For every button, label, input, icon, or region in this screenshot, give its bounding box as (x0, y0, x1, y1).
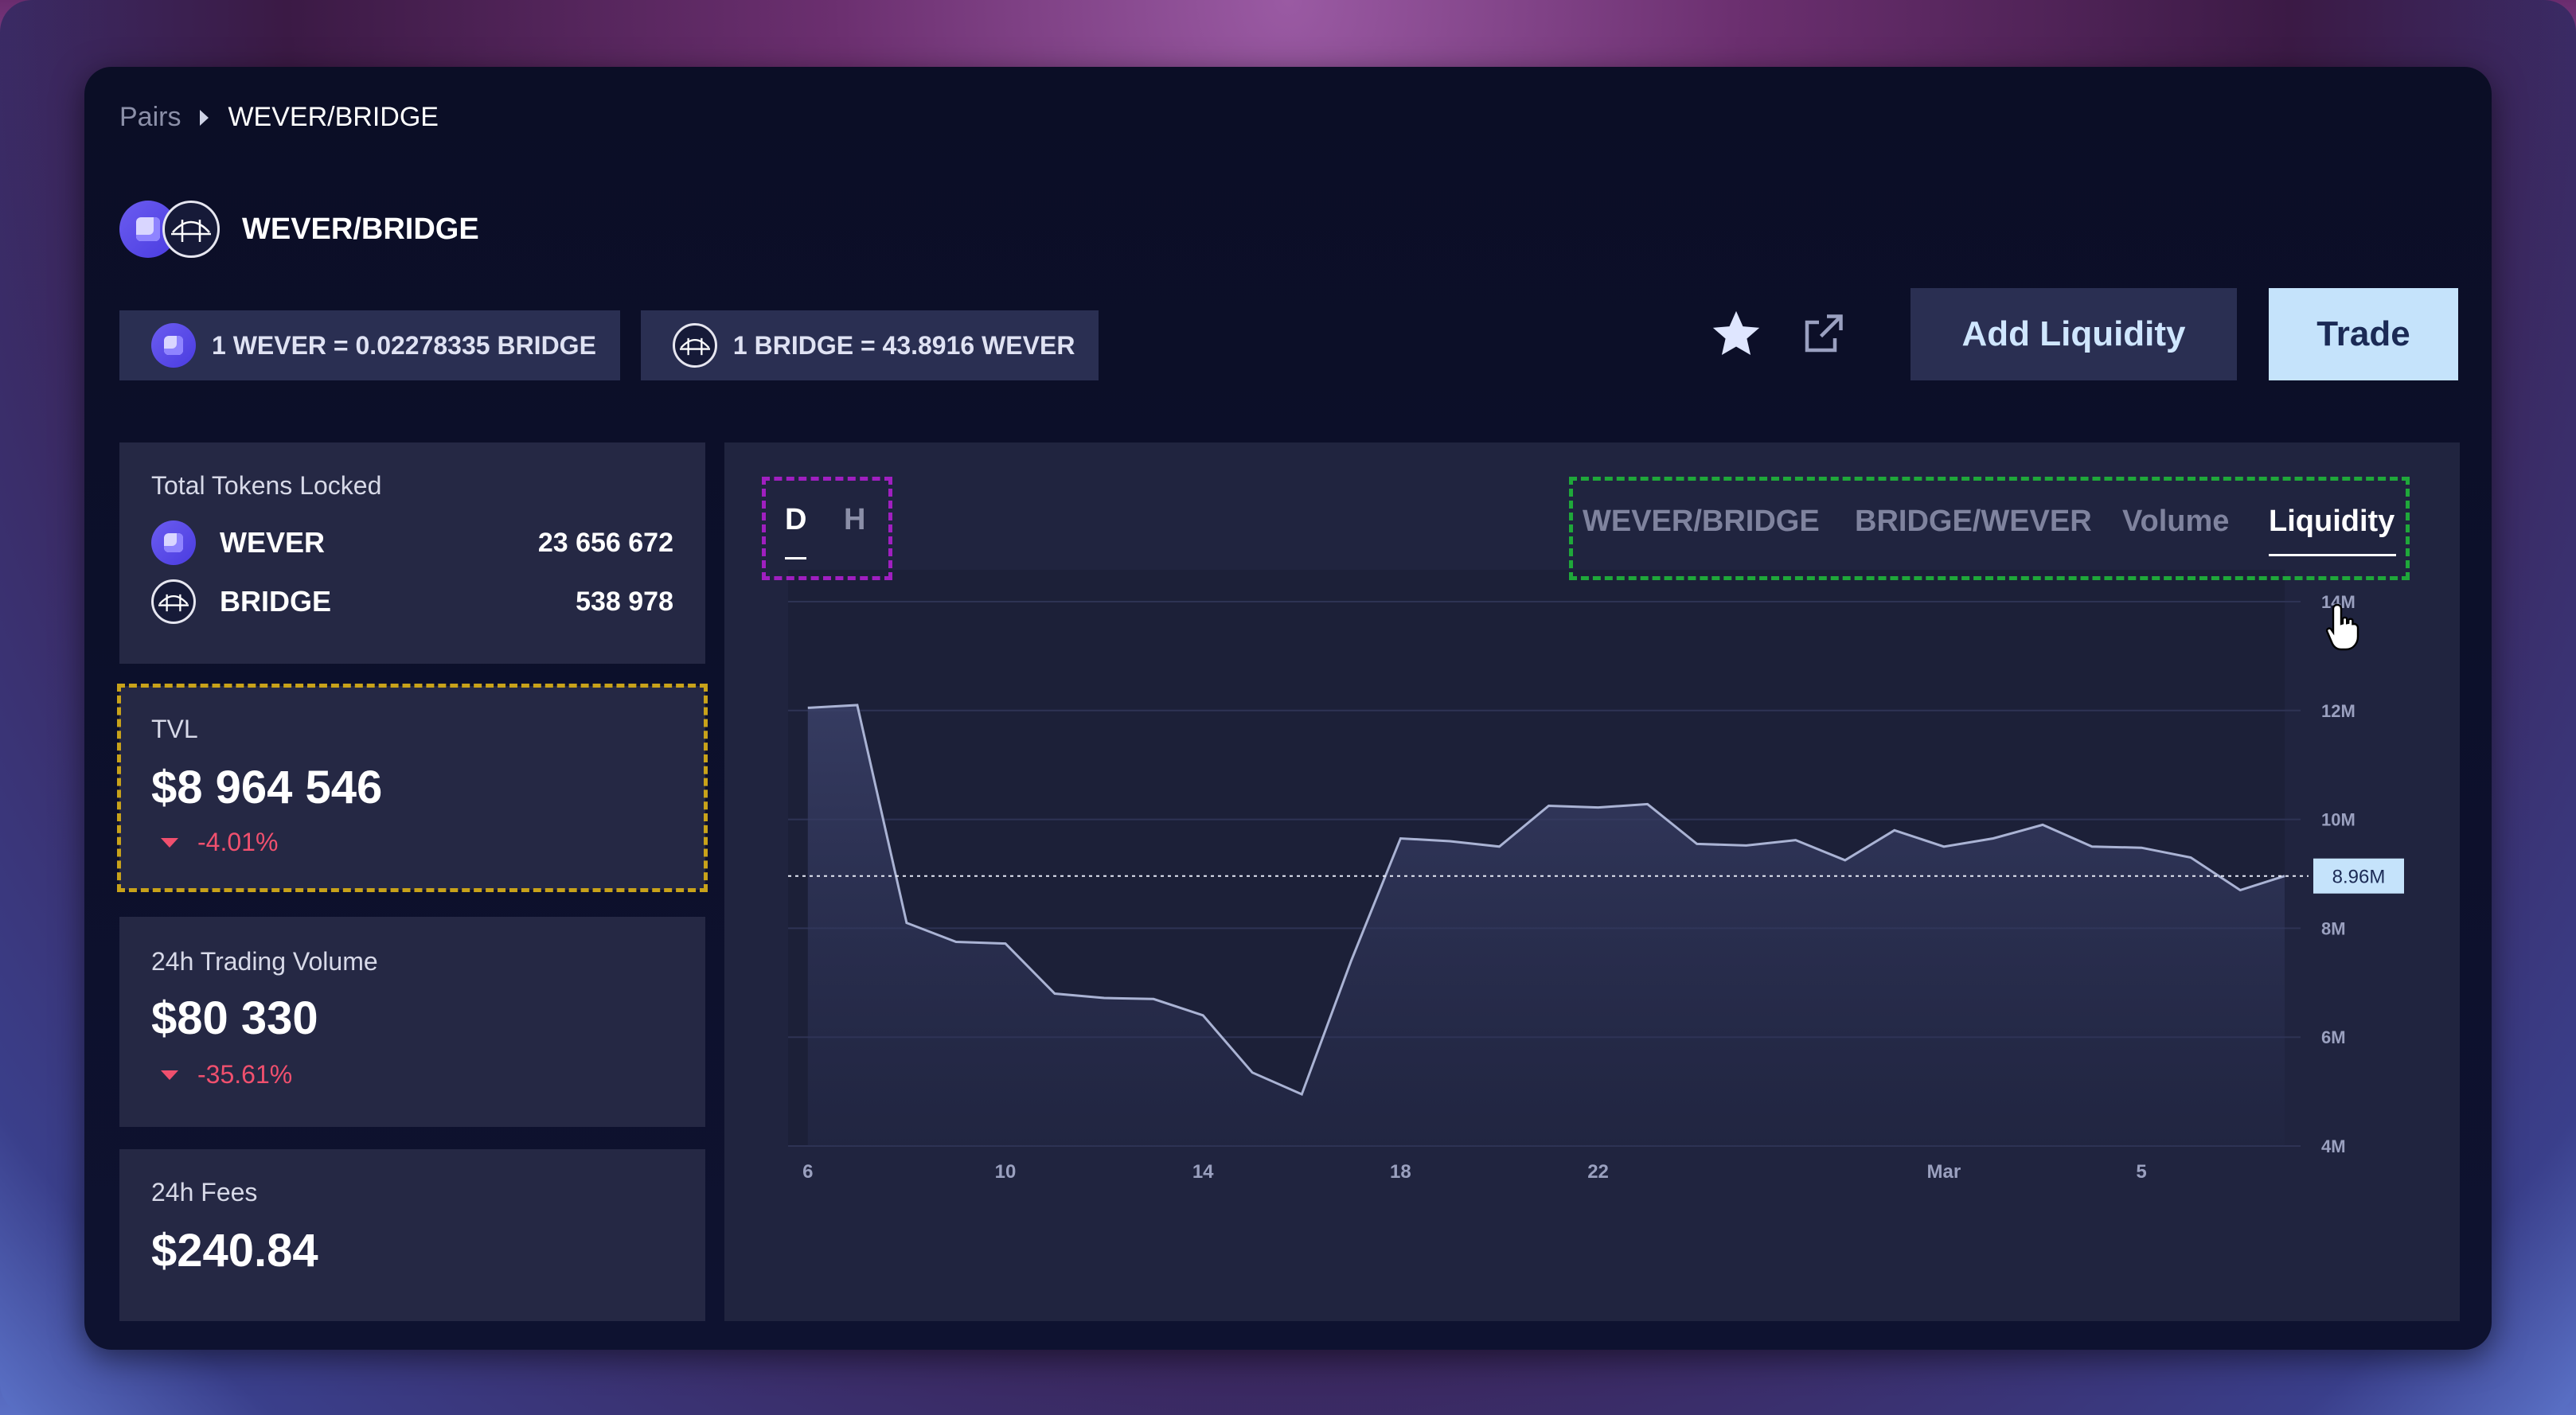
breadcrumb-pairs-link[interactable]: Pairs (119, 102, 181, 133)
x-tick-label: 6 (802, 1161, 813, 1183)
tokens-locked-label: Total Tokens Locked (151, 471, 382, 500)
rate-badges: 1 WEVER = 0.02278335 BRIDGE 1 BRIDGE = 4… (119, 310, 1099, 380)
chevron-right-icon (200, 109, 209, 126)
pair-title: WEVER/BRIDGE (119, 201, 479, 258)
volume-card: 24h Trading Volume $80 330 -35.61% (119, 917, 705, 1127)
period-day-button[interactable]: D (785, 503, 807, 559)
fees-value: $240.84 (151, 1225, 318, 1277)
volume-value: $80 330 (151, 992, 318, 1044)
x-tick-label: 10 (995, 1161, 1017, 1183)
tab-bridge-wever[interactable]: BRIDGE/WEVER (1855, 505, 2092, 539)
y-tick-label: 8M (2321, 918, 2346, 938)
rate-wever-to-bridge: 1 WEVER = 0.02278335 BRIDGE (212, 330, 596, 360)
x-tick-label: 5 (2136, 1161, 2146, 1183)
x-tick-label: 14 (1192, 1161, 1214, 1183)
period-hour-button[interactable]: H (844, 503, 865, 537)
tvl-change: -4.01% (161, 828, 278, 857)
breadcrumb: Pairs WEVER/BRIDGE (119, 102, 439, 133)
tab-wever-bridge[interactable]: WEVER/BRIDGE (1583, 505, 1820, 539)
external-link-icon[interactable] (1799, 310, 1847, 358)
locked-row-wever: WEVER 23 656 672 (151, 519, 673, 567)
tab-liquidity[interactable]: Liquidity (2269, 505, 2397, 556)
breadcrumb-current: WEVER/BRIDGE (228, 102, 439, 132)
locked-symbol: BRIDGE (220, 585, 332, 618)
chart-tabs: WEVER/BRIDGE BRIDGE/WEVER Volume Liquidi… (1569, 477, 2410, 580)
period-toggle: D H (762, 477, 892, 580)
locked-row-bridge: BRIDGE 538 978 (151, 578, 673, 626)
x-tick-label: Mar (1927, 1161, 1961, 1183)
trade-button[interactable]: Trade (2269, 288, 2458, 380)
current-value-label: 8.96M (2332, 867, 2386, 888)
volume-change-value: -35.61% (197, 1060, 293, 1089)
tab-volume[interactable]: Volume (2122, 505, 2229, 539)
chart-panel: 4M 6M 8M 10M 12M 14M 8.96M 6 10 14 18 22 Mar 5 D H WE… (724, 442, 2460, 1321)
down-arrow-icon (161, 1070, 178, 1080)
tvl-change-value: -4.01% (197, 828, 279, 856)
tvl-card: TVL $8 964 546 -4.01% (117, 684, 708, 892)
wever-token-icon (151, 323, 196, 368)
star-icon[interactable] (1708, 306, 1764, 362)
x-tick-label: 22 (1587, 1161, 1609, 1183)
hand-cursor-icon (2325, 603, 2359, 651)
volume-label: 24h Trading Volume (151, 947, 378, 976)
locked-symbol: WEVER (220, 526, 326, 559)
x-tick-label: 18 (1390, 1161, 1411, 1183)
tvl-value: $8 964 546 (151, 762, 383, 813)
tokens-locked-card: Total Tokens Locked WEVER 23 656 672 BRI… (119, 442, 705, 664)
bridge-token-icon (151, 579, 196, 624)
add-liquidity-button[interactable]: Add Liquidity (1911, 288, 2237, 380)
y-tick-label: 12M (2321, 701, 2355, 721)
volume-change: -35.61% (161, 1060, 292, 1090)
rate-bridge-to-wever: 1 BRIDGE = 43.8916 WEVER (732, 330, 1075, 360)
tvl-label: TVL (151, 715, 198, 743)
down-arrow-icon (161, 837, 178, 848)
bridge-token-icon (672, 323, 717, 368)
fees-label: 24h Fees (151, 1178, 258, 1206)
y-tick-label: 10M (2321, 810, 2355, 830)
locked-amount: 538 978 (576, 586, 673, 617)
locked-amount: 23 656 672 (537, 527, 673, 558)
pair-page-panel: Pairs WEVER/BRIDGE WEVER/BRIDGE 1 WEVER … (84, 67, 2492, 1350)
rate-badge-bridge: 1 BRIDGE = 43.8916 WEVER (640, 310, 1099, 380)
y-tick-label: 6M (2321, 1027, 2346, 1047)
fees-card: 24h Fees $240.84 (119, 1149, 705, 1321)
pair-name: WEVER/BRIDGE (242, 212, 479, 246)
y-tick-label: 4M (2321, 1136, 2346, 1156)
bridge-token-icon (162, 201, 220, 258)
rate-badge-wever: 1 WEVER = 0.02278335 BRIDGE (119, 310, 620, 380)
wever-token-icon (151, 520, 196, 565)
pair-actions: Add Liquidity Trade (1708, 288, 2458, 380)
